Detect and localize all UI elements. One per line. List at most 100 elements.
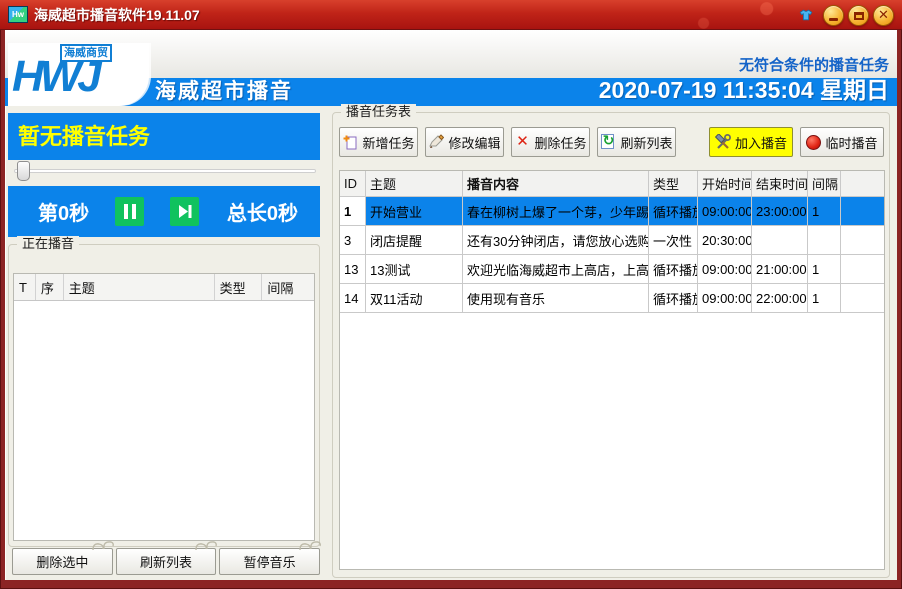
cell-start-time: 09:00:00 — [698, 255, 752, 283]
cell-filler — [841, 226, 884, 254]
now-playing-table-header: T 序 主题 类型 间隔 — [14, 274, 314, 301]
next-button[interactable] — [170, 197, 199, 226]
column-header[interactable]: ID — [340, 171, 366, 196]
button-label: 新增任务 — [362, 133, 414, 152]
table-row[interactable]: 1 开始营业 春在柳树上爆了一个芽，少年踢踏着 循环播放 09:00:00 23… — [340, 197, 884, 226]
column-header[interactable]: 开始时间 — [698, 171, 752, 196]
new-task-icon — [342, 134, 358, 150]
cell-content: 欢迎光临海威超市上高店，上高店即 — [463, 255, 649, 283]
slider-thumb[interactable] — [17, 161, 30, 181]
current-seconds-label: 第0秒 — [38, 197, 89, 226]
close-button[interactable]: ✕ — [873, 5, 894, 26]
cell-topic: 开始营业 — [366, 197, 463, 225]
cell-end-time: 21:00:00 — [752, 255, 808, 283]
total-seconds-label: 总长0秒 — [227, 197, 298, 226]
skin-button[interactable] — [793, 3, 819, 27]
cell-end-time: 22:00:00 — [752, 284, 808, 312]
now-playing-group-label: 正在播音 — [17, 236, 79, 252]
cell-end-time — [752, 226, 808, 254]
cell-id: 13 — [340, 255, 366, 283]
task-table[interactable]: ID 主题 播音内容 类型 开始时间 结束时间 间隔 1 开始营业 春在柳树上爆… — [339, 170, 885, 570]
company-logo: HWJ 海威商贸 — [8, 43, 149, 106]
column-header[interactable]: 主题 — [64, 274, 215, 300]
refresh-icon: ↻ — [600, 134, 616, 150]
cell-content: 还有30分钟闭店，请您放心选购！ — [463, 226, 649, 254]
slider-track[interactable] — [14, 169, 316, 173]
add-task-button[interactable]: 新增任务 — [339, 127, 418, 157]
datetime-display: 2020-07-19 11:35:04 星期日 — [599, 75, 889, 106]
cell-interval — [808, 226, 841, 254]
cell-type: 循环播放 — [649, 255, 698, 283]
window-title: 海威超市播音软件19.11.07 — [34, 0, 200, 30]
refresh-list-button[interactable]: ↻ 刷新列表 — [597, 127, 676, 157]
cell-end-time: 23:00:00 — [752, 197, 808, 225]
column-header[interactable]: T — [14, 274, 36, 300]
delete-task-button[interactable]: ✕ 删除任务 — [511, 127, 590, 157]
cell-filler — [841, 197, 884, 225]
edit-icon — [428, 134, 444, 150]
cell-interval: 1 — [808, 197, 841, 225]
broadcast-status-message: 无符合条件的播音任务 — [739, 54, 889, 75]
logo-badge: 海威商贸 — [60, 44, 112, 62]
titlebar[interactable]: Hw 海威超市播音软件19.11.07 ✕ — [0, 0, 902, 30]
pause-music-button[interactable]: 暂停音乐 — [219, 548, 320, 575]
now-playing-group: 正在播音 T 序 主题 类型 间隔 — [8, 244, 320, 547]
cell-type: 循环播放 — [649, 284, 698, 312]
close-icon: ✕ — [874, 6, 893, 25]
add-to-broadcast-button[interactable]: 加入播音 — [709, 127, 793, 157]
table-row[interactable]: 13 13测试 欢迎光临海威超市上高店，上高店即 循环播放 09:00:00 2… — [340, 255, 884, 284]
current-task-banner: 暂无播音任务 — [8, 113, 320, 160]
table-row[interactable]: 3 闭店提醒 还有30分钟闭店，请您放心选购！ 一次性 20:30:00 — [340, 226, 884, 255]
maximize-icon — [854, 12, 864, 20]
cell-type: 循环播放 — [649, 197, 698, 225]
shirt-icon — [799, 6, 813, 24]
column-header[interactable]: 主题 — [366, 171, 463, 196]
now-playing-actions: 删除选中 刷新列表 暂停音乐 — [12, 548, 320, 575]
cell-topic: 双11活动 — [366, 284, 463, 312]
delete-icon: ✕ — [514, 134, 530, 150]
cell-id: 3 — [340, 226, 366, 254]
button-label: 修改编辑 — [448, 133, 500, 152]
maximize-button[interactable] — [848, 5, 869, 26]
delete-selected-button[interactable]: 删除选中 — [12, 548, 113, 575]
column-header[interactable]: 间隔 — [262, 274, 314, 300]
cell-id: 1 — [340, 197, 366, 225]
task-list-group: 播音任务表 新增任务 — [332, 112, 890, 578]
cell-content: 使用现有音乐 — [463, 284, 649, 312]
pause-button[interactable] — [115, 197, 144, 226]
player-bar: 第0秒 总长0秒 — [8, 186, 320, 237]
pause-icon — [124, 204, 136, 219]
now-playing-table[interactable]: T 序 主题 类型 间隔 — [13, 273, 315, 541]
minimize-icon — [829, 18, 838, 21]
temporary-broadcast-button[interactable]: 临时播音 — [800, 127, 884, 157]
button-label: 暂停音乐 — [244, 555, 296, 570]
task-toolbar: 新增任务 修改编辑 ✕ 删除任务 — [339, 127, 885, 157]
column-header[interactable]: 类型 — [649, 171, 698, 196]
refresh-list-button-left[interactable]: 刷新列表 — [116, 548, 217, 575]
minimize-button[interactable] — [823, 5, 844, 26]
app-icon: Hw — [8, 6, 28, 23]
window-content: 无符合条件的播音任务 海威超市播音 2020-07-19 11:35:04 星期… — [5, 30, 897, 580]
skip-next-icon — [177, 204, 193, 219]
cell-content: 春在柳树上爆了一个芽，少年踢踏着 — [463, 197, 649, 225]
button-label: 加入播音 — [735, 133, 787, 152]
column-header-filler — [841, 171, 884, 196]
playback-slider[interactable] — [8, 161, 320, 183]
cell-id: 14 — [340, 284, 366, 312]
cell-start-time: 09:00:00 — [698, 284, 752, 312]
table-row[interactable]: 14 双11活动 使用现有音乐 循环播放 09:00:00 22:00:00 1 — [340, 284, 884, 313]
column-header[interactable]: 结束时间 — [752, 171, 808, 196]
record-icon — [806, 135, 821, 150]
cell-type: 一次性 — [649, 226, 698, 254]
column-header[interactable]: 播音内容 — [463, 171, 649, 196]
task-table-header: ID 主题 播音内容 类型 开始时间 结束时间 间隔 — [340, 171, 884, 197]
button-label: 刷新列表 — [620, 133, 672, 152]
cell-topic: 闭店提醒 — [366, 226, 463, 254]
app-name: 海威超市播音 — [155, 78, 293, 106]
edit-task-button[interactable]: 修改编辑 — [425, 127, 504, 157]
cell-start-time: 09:00:00 — [698, 197, 752, 225]
column-header[interactable]: 间隔 — [808, 171, 841, 196]
column-header[interactable]: 类型 — [215, 274, 263, 300]
button-label: 临时播音 — [825, 133, 877, 152]
column-header[interactable]: 序 — [36, 274, 64, 300]
